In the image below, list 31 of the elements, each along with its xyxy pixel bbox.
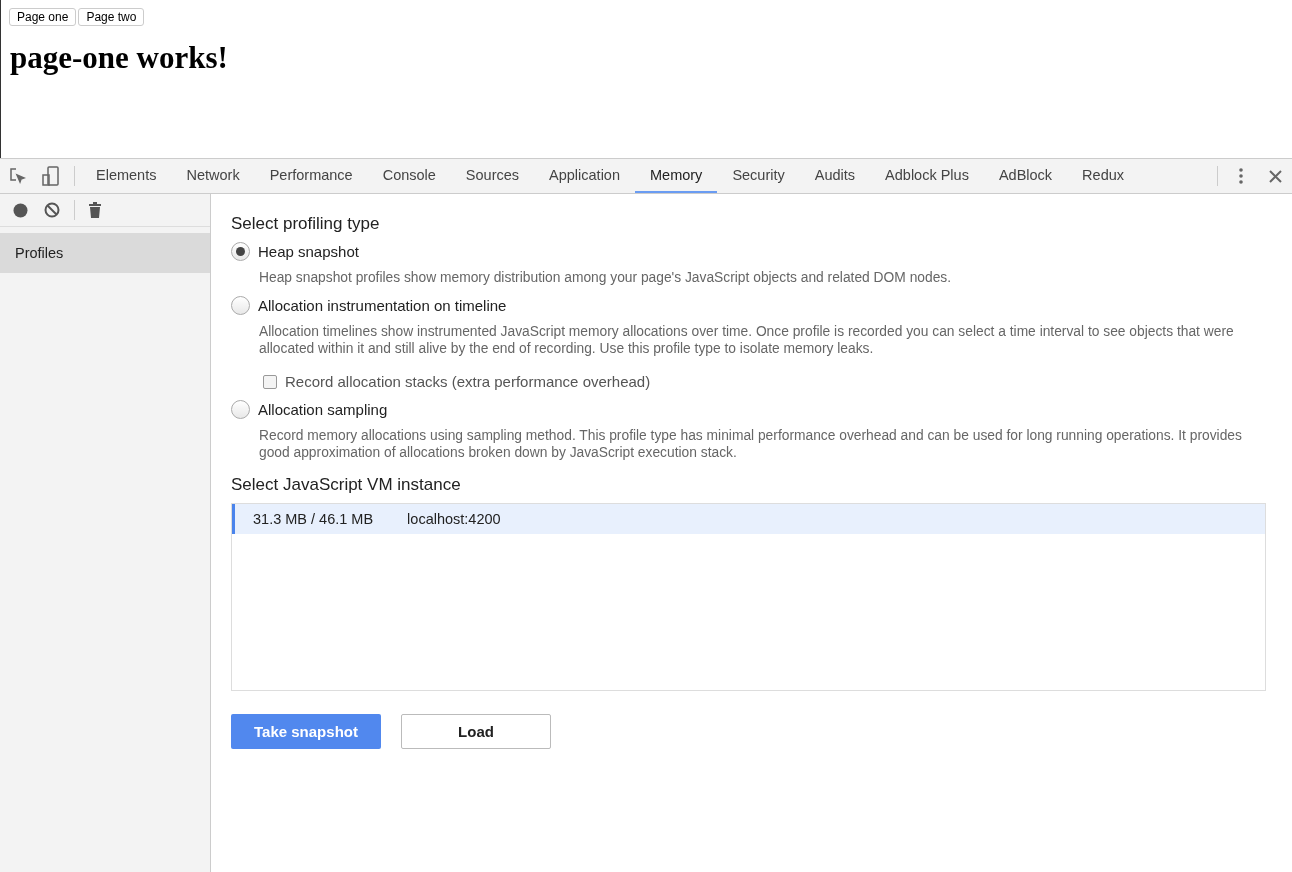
devtools-tab[interactable]: Network bbox=[171, 159, 255, 193]
sidebar-item[interactable]: Profiles bbox=[0, 233, 210, 273]
devtools-tab[interactable]: Adblock Plus bbox=[870, 159, 984, 193]
radio-button[interactable] bbox=[231, 296, 250, 315]
load-button[interactable]: Load bbox=[401, 714, 551, 749]
radio-label: Heap snapshot bbox=[258, 243, 359, 260]
vm-instance-row[interactable]: 31.3 MB / 46.1 MB localhost:4200 bbox=[232, 504, 1265, 534]
devtools-tab[interactable]: Audits bbox=[799, 159, 871, 193]
devtools-tab[interactable]: AdBlock bbox=[983, 159, 1068, 193]
option-description: Allocation timelines show instrumented JavaScript memory allocations over time. Once profile is recorded you can select a time interval to see objects that were allocated within it and still alive by the end of recording. Use this profile type to isolate memory leaks. bbox=[259, 323, 1235, 357]
devtools-tab[interactable]: Redux bbox=[1067, 159, 1140, 193]
devtools-tab[interactable]: Sources bbox=[450, 159, 535, 193]
option-description: Record memory allocations using sampling method. This profile type has minimal performance overhead and can be used for long running operations. It provides good approximation of allocations broken down by JavaScript execution stack. bbox=[259, 427, 1243, 461]
radio-label: Allocation sampling bbox=[258, 401, 388, 418]
radio-label: Allocation instrumentation on timeline bbox=[258, 297, 507, 314]
devtools-tab[interactable]: Application bbox=[534, 159, 635, 193]
checkbox-label: Record allocation stacks (extra performance overhead) bbox=[285, 373, 651, 390]
page-heading: page-one works! bbox=[10, 40, 229, 76]
page-button[interactable]: Page one bbox=[9, 8, 77, 26]
section-title: Select profiling type bbox=[231, 214, 381, 234]
section-title: Select JavaScript VM instance bbox=[231, 475, 462, 495]
radio-button[interactable] bbox=[231, 242, 250, 261]
devtools-tab[interactable]: Security bbox=[717, 159, 800, 193]
devtools-tab[interactable]: Performance bbox=[254, 159, 368, 193]
page-button[interactable]: Page two bbox=[78, 8, 145, 26]
option-description: Heap snapshot profiles show memory distribution among your page's JavaScript objects and related DOM nodes. bbox=[259, 269, 953, 286]
devtools-tab[interactable]: Console bbox=[367, 159, 451, 193]
devtools-tab[interactable]: Elements bbox=[81, 159, 172, 193]
radio-button[interactable] bbox=[231, 400, 250, 419]
checkbox[interactable] bbox=[263, 374, 277, 389]
devtools-tab[interactable]: Memory bbox=[635, 159, 718, 193]
